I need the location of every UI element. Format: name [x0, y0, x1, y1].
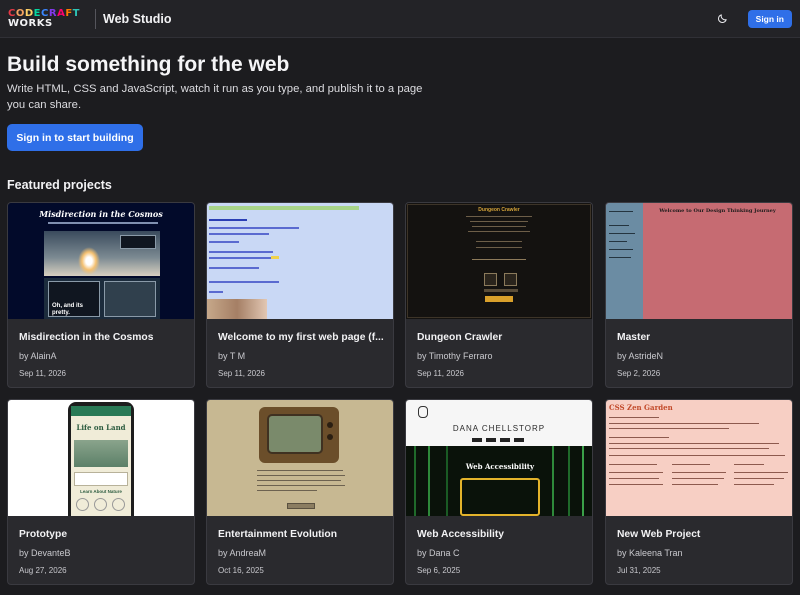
logo-letter: K [36, 17, 45, 29]
logo-line-2: WORKS [8, 17, 86, 29]
logo-line-1: CODECRAFT [8, 7, 86, 19]
logo-letter: E [33, 7, 42, 19]
project-thumbnail [207, 400, 393, 516]
codecraft-works-logo[interactable]: CODECRAFT WORKS [8, 7, 86, 31]
project-author: by AndreaM [218, 548, 267, 558]
thumbnail-heading: Misdirection in the Cosmos [39, 209, 163, 219]
project-author: by AlainA [19, 351, 57, 361]
project-title: Master [617, 332, 651, 343]
top-bar: CODECRAFT WORKS Web Studio Sign in [0, 0, 800, 38]
theme-toggle-button[interactable] [712, 8, 734, 30]
thumbnail-heading: Life on Land [76, 423, 126, 432]
project-title: Entertainment Evolution [218, 529, 337, 540]
thumbnail-text: Web Accessibility [465, 462, 535, 471]
project-date: Oct 16, 2025 [218, 566, 264, 575]
project-title: Web Accessibility [417, 529, 504, 540]
thumbnail-heading: Dungeon Crawler [478, 207, 520, 213]
project-thumbnail: CSS Zen Garden [606, 400, 792, 516]
header-divider [95, 8, 96, 29]
logo-letter: A [57, 7, 66, 19]
logo-letter: T [72, 7, 80, 19]
hero-title: Build something for the web [7, 53, 290, 76]
project-author: by DevanteB [19, 548, 71, 558]
project-thumbnail [207, 203, 393, 319]
project-card[interactable]: Welcome to my first web page (f... by T … [206, 202, 394, 388]
project-author: by AstrideN [617, 351, 664, 361]
logo-letter: S [45, 17, 53, 29]
project-author: by Kaleena Tran [617, 548, 683, 558]
project-thumbnail: Welcome to Our Design Thinking Journey [606, 203, 792, 319]
project-card[interactable]: Dungeon Crawler Dungeon Crawler by Timot… [405, 202, 593, 388]
hero-section: Build something for the web Write HTML, … [7, 52, 447, 113]
logo-letter: W [8, 17, 20, 29]
project-date: Sep 11, 2026 [19, 369, 67, 378]
logo-letter: O [15, 7, 25, 19]
project-author: by Dana C [417, 548, 460, 558]
project-date: Sep 6, 2025 [417, 566, 461, 575]
project-title: Misdirection in the Cosmos [19, 332, 154, 343]
thumbnail-heading: Welcome to Our Design Thinking Journey [659, 208, 776, 214]
project-card[interactable]: Misdirection in the Cosmos Oh, and its p… [7, 202, 195, 388]
thumbnail-text: Learn About Nature [80, 489, 122, 494]
sign-in-button[interactable]: Sign in [747, 9, 792, 28]
logo-letter: D [24, 7, 34, 19]
logo-letter: R [28, 17, 37, 29]
project-card[interactable]: Entertainment Evolution by AndreaM Oct 1… [206, 399, 394, 585]
thumbnail-heading: CSS Zen Garden [609, 403, 673, 412]
logo-letter: R [48, 7, 58, 19]
sign-in-to-start-button[interactable]: Sign in to start building [7, 124, 143, 151]
featured-projects-title: Featured projects [7, 178, 112, 192]
moon-icon [718, 14, 727, 23]
project-title: New Web Project [617, 529, 701, 540]
project-card[interactable]: Welcome to Our Design Thinking Journey M… [605, 202, 793, 388]
logo-letter: O [19, 17, 29, 29]
project-thumbnail: Life on Land Learn About Nature [8, 400, 194, 516]
project-card[interactable]: CSS Zen Garden New Web Project by Kaleen… [605, 399, 793, 585]
project-card[interactable]: DANA CHELLSTORP Web Accessibility Web Ac… [405, 399, 593, 585]
project-title: Dungeon Crawler [417, 332, 503, 343]
project-date: Jul 31, 2025 [617, 566, 661, 575]
logo-letter: C [41, 7, 49, 19]
project-date: Aug 27, 2026 [19, 566, 67, 575]
hero-description: Write HTML, CSS and JavaScript, watch it… [7, 83, 423, 111]
project-card[interactable]: Life on Land Learn About Nature Prototyp… [7, 399, 195, 585]
project-date: Sep 11, 2026 [218, 369, 266, 378]
project-date: Sep 2, 2026 [617, 369, 661, 378]
project-title: Prototype [19, 529, 68, 540]
project-author: by Timothy Ferraro [417, 351, 493, 361]
logo-letter: C [8, 7, 16, 19]
thumbnail-heading: DANA CHELLSTORP [452, 424, 546, 433]
app-title: Web Studio [103, 11, 172, 26]
project-thumbnail: Dungeon Crawler [406, 203, 592, 319]
project-thumbnail: Misdirection in the Cosmos Oh, and its p… [8, 203, 194, 319]
project-thumbnail: DANA CHELLSTORP Web Accessibility [406, 400, 592, 516]
project-title: Welcome to my first web page (f... [218, 332, 384, 343]
thumbnail-text: Oh, and its pretty. [52, 303, 84, 316]
project-author: by T M [218, 351, 246, 361]
logo-letter: F [65, 7, 73, 19]
project-date: Sep 11, 2026 [417, 369, 465, 378]
